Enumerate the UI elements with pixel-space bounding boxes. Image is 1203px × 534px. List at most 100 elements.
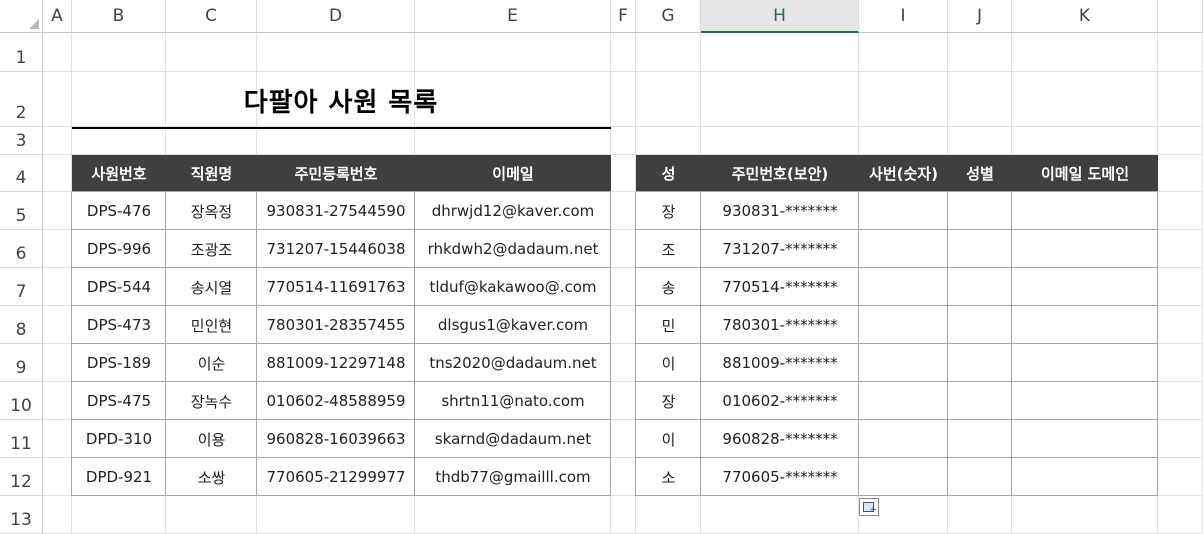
row-header-1[interactable]: 1 [0, 33, 43, 72]
column-header-b[interactable]: B [72, 0, 166, 33]
right_table-header-cell[interactable]: 성 [636, 155, 701, 192]
right_table-cell[interactable]: 조 [636, 230, 701, 268]
paste-options-icon[interactable]: + [859, 498, 879, 516]
left_table-cell[interactable]: DPS-476 [72, 192, 166, 230]
right_table-cell[interactable]: 장 [636, 192, 701, 230]
column-header-a[interactable]: A [43, 0, 72, 33]
right_table-cell[interactable] [859, 458, 948, 496]
left_table-cell[interactable]: 이순 [166, 344, 257, 382]
right_table-cell[interactable] [859, 420, 948, 458]
left_table-cell[interactable]: 이용 [166, 420, 257, 458]
right_table-cell[interactable]: 이 [636, 344, 701, 382]
row-header-6[interactable]: 6 [0, 230, 43, 268]
right_table-header-cell[interactable]: 이메일 도메인 [1012, 155, 1158, 192]
sheet-title[interactable]: 다팔아 사원 목록 [72, 73, 610, 127]
row-header-12[interactable]: 12 [0, 458, 43, 496]
left_table-cell[interactable]: DPS-475 [72, 382, 166, 420]
left_table-cell[interactable]: 731207-15446038 [257, 230, 415, 268]
column-header-i[interactable]: I [859, 0, 948, 33]
right_table-cell[interactable] [1012, 382, 1158, 420]
right_table-cell[interactable] [1012, 306, 1158, 344]
left_table-cell[interactable]: 780301-28357455 [257, 306, 415, 344]
right_table-cell[interactable] [1012, 192, 1158, 230]
left_table-cell[interactable]: 소쌍 [166, 458, 257, 496]
right_table-cell[interactable] [1012, 458, 1158, 496]
left_table-cell[interactable]: 010602-48588959 [257, 382, 415, 420]
right_table-cell[interactable] [859, 268, 948, 306]
left_table-header-cell[interactable]: 직원명 [166, 155, 257, 192]
right_table-cell[interactable]: 770514-******* [701, 268, 859, 306]
left_table-cell[interactable]: DPS-473 [72, 306, 166, 344]
left_table-cell[interactable]: DPS-544 [72, 268, 166, 306]
column-header-e[interactable]: E [415, 0, 611, 33]
column-header-f[interactable]: F [611, 0, 636, 33]
right_table-cell[interactable] [948, 382, 1012, 420]
left_table-cell[interactable]: 930831-27544590 [257, 192, 415, 230]
column-header-c[interactable]: C [166, 0, 257, 33]
right_table-cell[interactable] [1012, 420, 1158, 458]
right_table-cell[interactable] [948, 306, 1012, 344]
left_table-cell[interactable]: tns2020@dadaum.net [415, 344, 611, 382]
column-header-d[interactable]: D [257, 0, 415, 33]
right_table-cell[interactable] [948, 268, 1012, 306]
row-header-13[interactable]: 13 [0, 496, 43, 534]
left_table-cell[interactable]: DPD-921 [72, 458, 166, 496]
left_table-cell[interactable]: 민인현 [166, 306, 257, 344]
row-header-9[interactable]: 9 [0, 344, 43, 382]
right_table-cell[interactable] [1012, 268, 1158, 306]
right_table-cell[interactable]: 770605-******* [701, 458, 859, 496]
left_table-cell[interactable]: skarnd@dadaum.net [415, 420, 611, 458]
left_table-cell[interactable]: dhrwjd12@kaver.com [415, 192, 611, 230]
select-all-corner[interactable] [0, 0, 43, 33]
left_table-header-cell[interactable]: 이메일 [415, 155, 611, 192]
right_table-cell[interactable] [1012, 230, 1158, 268]
right_table-cell[interactable]: 960828-******* [701, 420, 859, 458]
left_table-cell[interactable]: dlsgus1@kaver.com [415, 306, 611, 344]
left_table-cell[interactable]: DPD-310 [72, 420, 166, 458]
row-header-10[interactable]: 10 [0, 382, 43, 420]
left_table-cell[interactable]: DPS-189 [72, 344, 166, 382]
right_table-cell[interactable] [948, 420, 1012, 458]
right_table-cell[interactable] [859, 344, 948, 382]
column-header-h[interactable]: H [701, 0, 859, 33]
right_table-cell[interactable]: 소 [636, 458, 701, 496]
column-header-k[interactable]: K [1012, 0, 1158, 33]
right_table-cell[interactable] [859, 230, 948, 268]
right_table-cell[interactable]: 이 [636, 420, 701, 458]
right_table-cell[interactable]: 930831-******* [701, 192, 859, 230]
left_table-cell[interactable]: 장녹수 [166, 382, 257, 420]
left_table-cell[interactable]: rhkdwh2@dadaum.net [415, 230, 611, 268]
left_table-cell[interactable]: 770514-11691763 [257, 268, 415, 306]
left_table-cell[interactable]: thdb77@gmailll.com [415, 458, 611, 496]
left_table-cell[interactable]: 장옥정 [166, 192, 257, 230]
left_table-cell[interactable]: 770605-21299977 [257, 458, 415, 496]
left_table-cell[interactable]: 960828-16039663 [257, 420, 415, 458]
right_table-cell[interactable]: 송 [636, 268, 701, 306]
right_table-cell[interactable] [859, 306, 948, 344]
row-header-4[interactable]: 4 [0, 155, 43, 192]
right_table-cell[interactable]: 731207-******* [701, 230, 859, 268]
right_table-cell[interactable] [1012, 344, 1158, 382]
right_table-cell[interactable] [948, 458, 1012, 496]
row-header-7[interactable]: 7 [0, 268, 43, 306]
left_table-cell[interactable]: tlduf@kakawoo@.com [415, 268, 611, 306]
right_table-header-cell[interactable]: 성별 [948, 155, 1012, 192]
right_table-cell[interactable] [859, 192, 948, 230]
left_table-cell[interactable]: 조광조 [166, 230, 257, 268]
row-header-3[interactable]: 3 [0, 127, 43, 155]
row-header-2[interactable]: 2 [0, 72, 43, 127]
column-header-g[interactable]: G [636, 0, 701, 33]
left_table-cell[interactable]: 881009-12297148 [257, 344, 415, 382]
right_table-cell[interactable] [948, 230, 1012, 268]
left_table-cell[interactable]: shrtn11@nato.com [415, 382, 611, 420]
right_table-cell[interactable] [948, 344, 1012, 382]
right_table-header-cell[interactable]: 주민번호(보안) [701, 155, 859, 192]
left_table-cell[interactable]: DPS-996 [72, 230, 166, 268]
row-header-8[interactable]: 8 [0, 306, 43, 344]
right_table-header-cell[interactable]: 사번(숫자) [859, 155, 948, 192]
left_table-header-cell[interactable]: 주민등록번호 [257, 155, 415, 192]
column-header-j[interactable]: J [948, 0, 1012, 33]
right_table-cell[interactable]: 881009-******* [701, 344, 859, 382]
right_table-cell[interactable]: 010602-******* [701, 382, 859, 420]
right_table-cell[interactable] [948, 192, 1012, 230]
